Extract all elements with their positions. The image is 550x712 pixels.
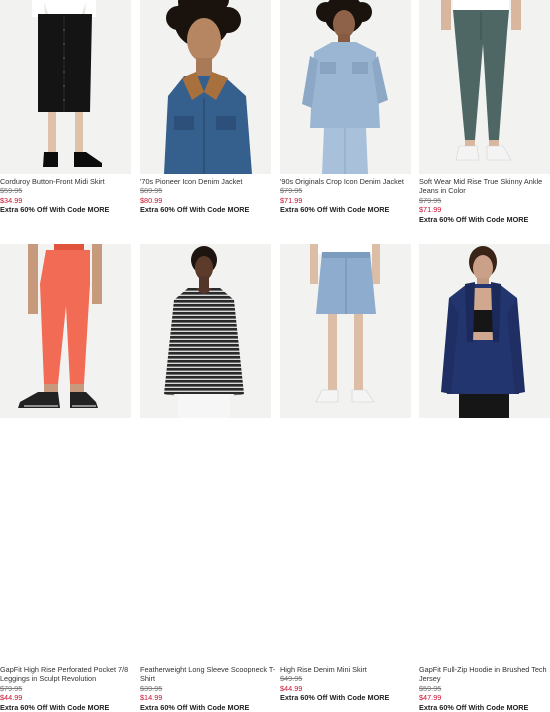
product-image[interactable] — [0, 0, 131, 174]
product-name[interactable]: Featherweight Long Sleeve Scoopneck T-Sh… — [140, 665, 276, 684]
product-name[interactable]: High Rise Denim Mini Skirt — [280, 665, 416, 674]
product-image[interactable] — [140, 244, 271, 418]
sale-price: $71.99 — [419, 205, 442, 215]
product-info: High Rise Denim Mini Skirt $49.95 $44.99… — [280, 665, 416, 703]
promo-text: Extra 60% Off With Code MORE — [0, 205, 110, 215]
product-image[interactable] — [419, 0, 550, 174]
original-price: $79.95 — [280, 186, 303, 196]
original-price: $39.95 — [140, 683, 163, 693]
promo-text: Extra 60% Off With Code MORE — [280, 205, 390, 215]
product-name[interactable]: '90s Originals Crop Icon Denim Jacket — [280, 177, 416, 186]
striped-tee-photo-art — [140, 244, 271, 418]
product-image[interactable] — [280, 0, 411, 174]
product-info: GapFit Full-Zip Hoodie in Brushed Tech J… — [419, 665, 550, 712]
promo-text: Extra 60% Off With Code MORE — [0, 702, 110, 712]
sale-price: $47.99 — [419, 693, 442, 703]
mini-skirt-photo-art — [280, 244, 411, 418]
product-info: '90s Originals Crop Icon Denim Jacket $7… — [280, 177, 416, 215]
original-price: $59.95 — [0, 186, 23, 196]
product-name[interactable]: GapFit High Rise Perforated Pocket 7/8 L… — [0, 665, 136, 684]
product-info: Featherweight Long Sleeve Scoopneck T-Sh… — [140, 665, 276, 712]
promo-text: Extra 60% Off With Code MORE — [140, 702, 250, 712]
original-price: $49.95 — [280, 674, 303, 684]
product-name[interactable]: GapFit Full-Zip Hoodie in Brushed Tech J… — [419, 665, 550, 684]
original-price: $59.95 — [419, 683, 442, 693]
jeans-photo-art — [419, 0, 550, 174]
product-image[interactable] — [280, 244, 411, 418]
sale-price: $80.99 — [140, 195, 163, 205]
product-info: GapFit High Rise Perforated Pocket 7/8 L… — [0, 665, 136, 712]
sale-price: $34.99 — [0, 195, 23, 205]
product-name[interactable]: Soft Wear Mid Rise True Skinny Ankle Jea… — [419, 177, 550, 196]
product-info: Soft Wear Mid Rise True Skinny Ankle Jea… — [419, 177, 550, 224]
promo-text: Extra 60% Off With Code MORE — [280, 693, 390, 703]
product-name[interactable]: Corduroy Button-Front Midi Skirt — [0, 177, 136, 186]
product-info: '70s Pioneer Icon Denim Jacket $89.95 $8… — [140, 177, 276, 215]
product-image[interactable] — [419, 244, 550, 418]
skirt-photo-art — [0, 0, 131, 174]
product-name[interactable]: '70s Pioneer Icon Denim Jacket — [140, 177, 276, 186]
product-image[interactable] — [140, 0, 271, 174]
product-grid: Corduroy Button-Front Midi Skirt $59.95 … — [0, 0, 550, 712]
hoodie-photo-art — [419, 244, 550, 418]
crop-jacket-photo-art — [280, 0, 411, 174]
sale-price: $71.99 — [280, 195, 303, 205]
promo-text: Extra 60% Off With Code MORE — [419, 214, 529, 224]
sale-price: $14.99 — [140, 693, 163, 703]
sale-price: $44.99 — [0, 693, 23, 703]
promo-text: Extra 60% Off With Code MORE — [140, 205, 250, 215]
leggings-photo-art — [0, 244, 131, 418]
original-price: $79.95 — [0, 683, 23, 693]
sale-price: $44.99 — [280, 683, 303, 693]
product-info: Corduroy Button-Front Midi Skirt $59.95 … — [0, 177, 136, 215]
product-image[interactable] — [0, 244, 131, 418]
denim-jacket-photo-art — [140, 0, 271, 174]
original-price: $89.95 — [140, 186, 163, 196]
original-price: $79.95 — [419, 195, 442, 205]
promo-text: Extra 60% Off With Code MORE — [419, 702, 529, 712]
